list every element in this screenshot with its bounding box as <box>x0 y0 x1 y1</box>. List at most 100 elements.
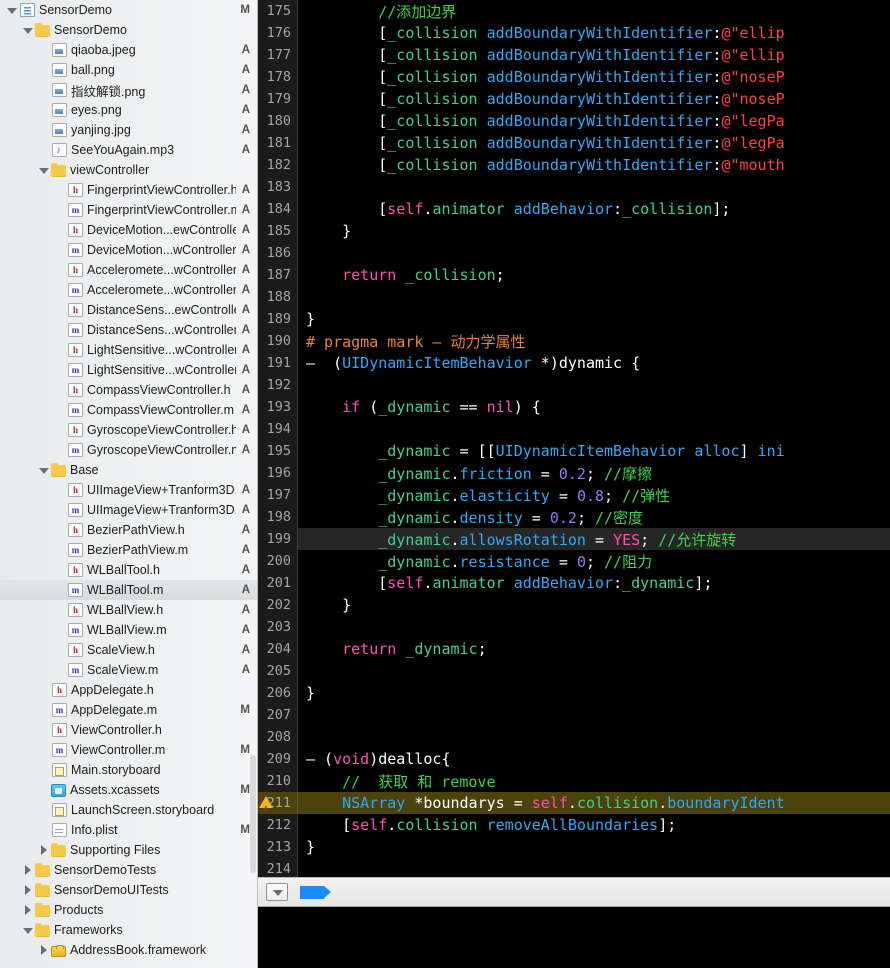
project-navigator[interactable]: SensorDemo M SensorDemo qiaoba.jpeg Aball.pn… <box>0 0 258 968</box>
navigator-row[interactable]: h UIImageView+Tranform3D.h A <box>0 480 257 500</box>
line-number[interactable]: 206 <box>258 682 298 704</box>
line-number[interactable]: 190 <box>258 330 298 352</box>
code-line[interactable]: 205 <box>258 660 890 682</box>
warning-triangle-icon[interactable] <box>259 796 273 821</box>
navigator-row[interactable]: Info.plist M <box>0 820 257 840</box>
navigator-row[interactable]: h DeviceMotion...ewController.h A <box>0 220 257 240</box>
code-line[interactable]: 194 <box>258 418 890 440</box>
line-number[interactable]: 201 <box>258 572 298 594</box>
code-line[interactable]: 210 // 获取 和 remove <box>258 770 890 792</box>
line-number[interactable]: 202 <box>258 594 298 616</box>
navigator-row[interactable]: m DistanceSens...wController.m A <box>0 320 257 340</box>
navigator-row[interactable]: ball.png A <box>0 60 257 80</box>
code-line[interactable]: 199 _dynamic.allowsRotation = YES; //允许旋… <box>258 528 890 550</box>
code-line[interactable]: 193 if (_dynamic == nil) { <box>258 396 890 418</box>
navigator-row[interactable]: m ViewController.m M <box>0 740 257 760</box>
line-number[interactable]: 183 <box>258 176 298 198</box>
navigator-row[interactable]: h CompassViewController.h A <box>0 380 257 400</box>
code-line[interactable]: 203 <box>258 616 890 638</box>
navigator-row[interactable]: Products <box>0 900 257 920</box>
navigator-row[interactable]: h ScaleView.h A <box>0 640 257 660</box>
navigator-row[interactable]: m LightSensitive...wController.m A <box>0 360 257 380</box>
line-number[interactable]: 193 <box>258 396 298 418</box>
code-line[interactable]: 213} <box>258 836 890 858</box>
code-line[interactable]: 196 _dynamic.friction = 0.2; //摩擦 <box>258 462 890 484</box>
code-line[interactable]: 182 [_collision addBoundaryWithIdentifie… <box>258 154 890 176</box>
code-line[interactable]: 191 – (UIDynamicItemBehavior *)dynamic { <box>258 352 890 374</box>
code-line[interactable]: 204 return _dynamic; <box>258 638 890 660</box>
navigator-row[interactable]: h FingerprintViewController.h A <box>0 180 257 200</box>
navigator-row[interactable]: SensorDemo <box>0 20 257 40</box>
navigator-row[interactable]: m BezierPathView.m A <box>0 540 257 560</box>
code-line[interactable]: 190 # pragma mark – 动力学属性 <box>258 330 890 352</box>
line-number[interactable]: 186 <box>258 242 298 264</box>
line-number[interactable]: 184 <box>258 198 298 220</box>
line-number[interactable]: 182 <box>258 154 298 176</box>
navigator-row[interactable]: SensorDemo M <box>0 0 257 20</box>
code-line[interactable]: 184 [self.animator addBehavior:_collisio… <box>258 198 890 220</box>
navigator-row[interactable]: LaunchScreen.storyboard <box>0 800 257 820</box>
navigator-row[interactable]: AddressBook.framework <box>0 940 257 960</box>
line-number[interactable]: 211 <box>258 792 298 821</box>
code-line[interactable]: 208 <box>258 726 890 748</box>
line-number[interactable]: 200 <box>258 550 298 572</box>
source-editor-pane[interactable]: 175 //添加边界 176 [_collision addBoundaryWit… <box>258 0 890 968</box>
navigator-row[interactable]: h ViewController.h <box>0 720 257 740</box>
navigator-row[interactable]: h WLBallView.h A <box>0 600 257 620</box>
breadcrumb-flag-icon[interactable] <box>300 885 331 899</box>
line-number[interactable]: 203 <box>258 616 298 638</box>
navigator-row[interactable]: SeeYouAgain.mp3 A <box>0 140 257 160</box>
line-number[interactable]: 195 <box>258 440 298 462</box>
line-number[interactable]: 209 <box>258 748 298 770</box>
code-line[interactable]: 181 [_collision addBoundaryWithIdentifie… <box>258 132 890 154</box>
line-number[interactable]: 189 <box>258 308 298 330</box>
code-line[interactable]: 198 _dynamic.density = 0.2; //密度 <box>258 506 890 528</box>
navigator-row[interactable]: viewController <box>0 160 257 180</box>
code-line[interactable]: 195 _dynamic = [[UIDynamicItemBehavior a… <box>258 440 890 462</box>
code-line[interactable]: 212 [self.collision removeAllBoundaries]… <box>258 814 890 836</box>
code-line[interactable]: 207 <box>258 704 890 726</box>
disclosure-triangle-open-icon[interactable] <box>38 465 49 476</box>
navigator-scrollbar[interactable] <box>250 755 256 873</box>
navigator-row[interactable]: m GyroscopeViewController.m A <box>0 440 257 460</box>
disclosure-triangle-closed-icon[interactable] <box>38 844 49 856</box>
disclosure-triangle-closed-icon[interactable] <box>22 904 33 916</box>
source-code-area[interactable]: 175 //添加边界 176 [_collision addBoundaryWit… <box>258 0 890 877</box>
code-line[interactable]: 180 [_collision addBoundaryWithIdentifie… <box>258 110 890 132</box>
disclosure-triangle-open-icon[interactable] <box>38 165 49 176</box>
line-number[interactable]: 192 <box>258 374 298 396</box>
navigator-row[interactable]: m FingerprintViewController.m A <box>0 200 257 220</box>
code-line[interactable]: 197 _dynamic.elasticity = 0.8; //弹性 <box>258 484 890 506</box>
code-line[interactable]: 188 <box>258 286 890 308</box>
navigator-row[interactable]: Supporting Files <box>0 840 257 860</box>
line-number[interactable]: 214 <box>258 858 298 877</box>
code-line[interactable]: 202 } <box>258 594 890 616</box>
navigator-row[interactable]: m CompassViewController.m A <box>0 400 257 420</box>
line-number[interactable]: 187 <box>258 264 298 286</box>
navigator-row[interactable]: eyes.png A <box>0 100 257 120</box>
code-line[interactable]: 177 [_collision addBoundaryWithIdentifie… <box>258 44 890 66</box>
line-number[interactable]: 185 <box>258 220 298 242</box>
code-line[interactable]: 209 – (void)dealloc{ <box>258 748 890 770</box>
line-number[interactable]: 213 <box>258 836 298 858</box>
line-number[interactable]: 198 <box>258 506 298 528</box>
disclosure-triangle-closed-icon[interactable] <box>38 944 49 956</box>
navigator-row[interactable]: h WLBallTool.h A <box>0 560 257 580</box>
code-line[interactable]: 214 <box>258 858 890 877</box>
code-line[interactable]: 201 [self.animator addBehavior:_dynamic]… <box>258 572 890 594</box>
navigator-row[interactable]: SensorDemoUITests <box>0 880 257 900</box>
line-number[interactable]: 208 <box>258 726 298 748</box>
disclosure-triangle-open-icon[interactable] <box>22 25 33 36</box>
line-number[interactable]: 179 <box>258 88 298 110</box>
line-number[interactable]: 177 <box>258 44 298 66</box>
code-line[interactable]: 185 } <box>258 220 890 242</box>
line-number[interactable]: 205 <box>258 660 298 682</box>
line-number[interactable]: 197 <box>258 484 298 506</box>
line-number[interactable]: 194 <box>258 418 298 440</box>
assistant-editor-toggle-icon[interactable] <box>266 883 288 901</box>
code-line[interactable]: 200 _dynamic.resistance = 0; //阻力 <box>258 550 890 572</box>
navigator-row[interactable]: Assets.xcassets M <box>0 780 257 800</box>
disclosure-triangle-closed-icon[interactable] <box>22 864 33 876</box>
navigator-row[interactable]: m AppDelegate.m M <box>0 700 257 720</box>
line-number[interactable]: 212 <box>258 814 298 836</box>
